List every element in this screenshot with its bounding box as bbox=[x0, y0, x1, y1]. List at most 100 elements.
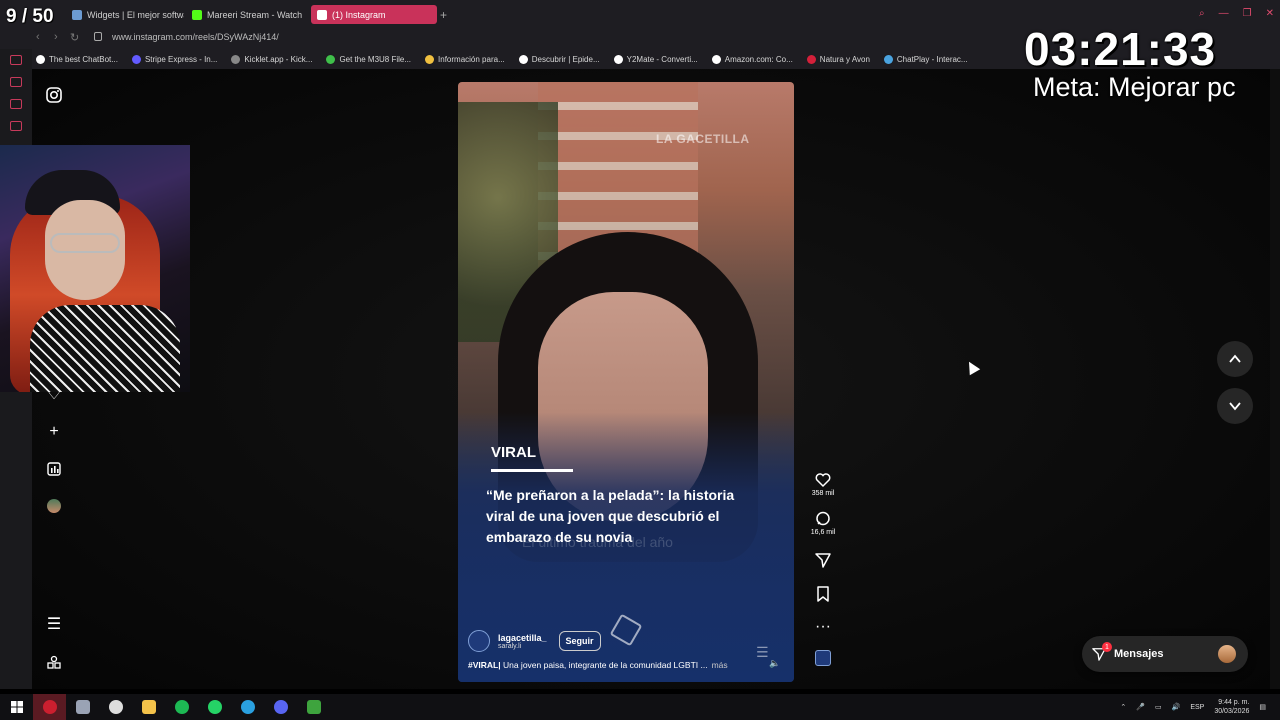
minecraft-icon[interactable] bbox=[297, 694, 330, 720]
caption-more-link[interactable]: más bbox=[712, 660, 728, 670]
page-scrollbar[interactable] bbox=[1270, 69, 1280, 689]
more-options-button[interactable]: ··· bbox=[815, 618, 831, 636]
bookmark-favicon-icon bbox=[711, 54, 721, 64]
more-dots-icon: ··· bbox=[815, 618, 831, 635]
bookmark-favicon-icon bbox=[36, 54, 45, 64]
share-icon bbox=[815, 553, 831, 568]
share-button[interactable] bbox=[815, 552, 831, 568]
bookmark-item[interactable]: Kicklet.app - Kick... bbox=[231, 54, 312, 64]
file-explorer-icon[interactable] bbox=[132, 694, 165, 720]
audio-toggle-icon[interactable]: 🔈 bbox=[768, 656, 782, 670]
start-icon[interactable] bbox=[0, 694, 33, 720]
microphone-icon[interactable]: 🎤 bbox=[1136, 703, 1145, 711]
collaborator-name[interactable]: saraly.li bbox=[498, 643, 547, 650]
spotify-icon[interactable] bbox=[165, 694, 198, 720]
also-from-meta-icon[interactable] bbox=[43, 651, 65, 673]
audio-thumbnail-icon bbox=[815, 650, 831, 666]
opera-taskbar-icon[interactable] bbox=[33, 694, 66, 720]
bookmark-item[interactable]: Y2Mate - Converti... bbox=[613, 54, 698, 64]
bookmark-favicon-icon bbox=[326, 54, 336, 64]
reel-caption: #VIRAL| Una joven paisa, integrante de l… bbox=[468, 660, 728, 670]
network-icon[interactable]: ▭ bbox=[1155, 703, 1162, 711]
close-icon[interactable]: ✕ bbox=[1266, 8, 1274, 19]
author-username[interactable]: lagacetilla_ bbox=[498, 633, 547, 643]
sidebar-m-icon[interactable] bbox=[10, 121, 22, 131]
profile-avatar-icon[interactable] bbox=[43, 495, 65, 517]
bookmark-item[interactable]: Get the M3U8 File... bbox=[326, 54, 412, 64]
reel-video[interactable]: LA GACETILLA VIRAL “Me preñaron a la pel… bbox=[458, 82, 794, 682]
save-button[interactable] bbox=[815, 586, 831, 602]
audio-page-button[interactable] bbox=[815, 650, 831, 666]
message-avatar bbox=[1218, 645, 1236, 663]
bookmark-item[interactable]: Información para... bbox=[425, 54, 505, 64]
tab-instagram[interactable]: (1) Instagram bbox=[311, 5, 437, 24]
author-avatar[interactable] bbox=[468, 630, 490, 652]
window-controls: ⌕ — ❐ ✕ bbox=[1199, 8, 1274, 19]
menu-hamburger-icon[interactable]: ☰ bbox=[43, 613, 65, 635]
tab-widgets[interactable]: Widgets | El mejor softwa bbox=[66, 5, 184, 24]
whatsapp-icon[interactable] bbox=[198, 694, 231, 720]
bookmark-item[interactable]: ChatPlay - Interac... bbox=[883, 54, 968, 64]
tab-label: (1) Instagram bbox=[332, 9, 386, 20]
bookmark-favicon-icon bbox=[231, 54, 241, 64]
create-plus-icon[interactable]: + bbox=[43, 421, 65, 443]
volume-icon[interactable]: 🔊 bbox=[1172, 703, 1181, 711]
tray-chevron-icon[interactable]: ⌃ bbox=[1120, 703, 1126, 711]
bookmark-item[interactable]: Natura y Avon bbox=[806, 54, 870, 64]
bookmark-label: Natura y Avon bbox=[819, 54, 870, 64]
like-button[interactable]: 358 mil bbox=[812, 472, 834, 497]
bookmark-label: Stripe Express - In... bbox=[144, 54, 218, 64]
stream-timer: 03:21:33 bbox=[1024, 23, 1217, 75]
bookmark-item[interactable]: Stripe Express - In... bbox=[131, 54, 218, 64]
back-icon[interactable]: ‹ bbox=[36, 31, 40, 43]
comment-button[interactable]: 16,6 mil bbox=[810, 511, 836, 536]
discord-icon[interactable] bbox=[264, 694, 297, 720]
windows-taskbar: ⌃ 🎤 ▭ 🔊 ESP 9:44 p. m. 30/03/2026 ▤ bbox=[0, 694, 1280, 720]
new-tab-plus-icon[interactable]: + bbox=[440, 8, 447, 22]
kick-favicon-icon bbox=[192, 9, 202, 20]
bookmark-favicon-icon bbox=[883, 54, 893, 64]
comment-count: 16,6 mil bbox=[810, 529, 836, 536]
bookmark-favicon-icon bbox=[425, 54, 435, 64]
stream-goal: Meta: Mejorar pc bbox=[1033, 72, 1236, 102]
forward-icon[interactable]: › bbox=[54, 31, 58, 43]
bookmark-favicon-icon bbox=[131, 54, 141, 64]
tab-label: Mareeri Stream - Watch L bbox=[207, 9, 304, 20]
notification-center-icon[interactable]: ▤ bbox=[1259, 703, 1266, 711]
bookmark-label: Descubrir | Epide... bbox=[531, 54, 600, 64]
maximize-icon[interactable]: ❐ bbox=[1243, 8, 1252, 19]
caption-hashtag[interactable]: #VIRAL| bbox=[468, 660, 501, 670]
instagram-logo-icon[interactable] bbox=[43, 84, 65, 106]
minimize-icon[interactable]: — bbox=[1219, 8, 1229, 19]
edge-icon[interactable] bbox=[231, 694, 264, 720]
search-tabs-icon[interactable]: ⌕ bbox=[1199, 8, 1205, 19]
dashboard-icon[interactable] bbox=[43, 458, 65, 480]
bookmark-item[interactable]: The best ChatBot... bbox=[36, 54, 118, 64]
previous-reel-button[interactable] bbox=[1217, 341, 1253, 377]
messages-button[interactable]: 1 Mensajes bbox=[1082, 636, 1248, 672]
reel-ghost-text: El último trauma del año bbox=[522, 534, 673, 550]
url-field[interactable]: www.instagram.com/reels/DSyWAzNj414/ bbox=[112, 32, 279, 42]
watermark-logo: LA GACETILLA bbox=[656, 132, 750, 146]
bookmark-label: Get the M3U8 File... bbox=[339, 54, 412, 64]
bookmark-item[interactable]: Amazon.com: Co... bbox=[711, 54, 793, 64]
bookmark-label: Y2Mate - Converti... bbox=[626, 54, 698, 64]
sidebar-ticket-icon[interactable] bbox=[10, 99, 22, 109]
bookmark-favicon-icon bbox=[806, 54, 816, 64]
language-indicator[interactable]: ESP bbox=[1190, 704, 1204, 711]
tab-label: Widgets | El mejor softwa bbox=[87, 9, 184, 20]
tab-kick-stream[interactable]: Mareeri Stream - Watch L bbox=[186, 5, 304, 24]
app-taskbar-icon[interactable] bbox=[66, 694, 99, 720]
messages-label: Mensajes bbox=[1114, 648, 1164, 660]
bookmark-favicon-icon bbox=[613, 54, 623, 64]
reload-icon[interactable]: ↻ bbox=[70, 31, 79, 44]
sidebar-messenger-icon[interactable] bbox=[10, 77, 22, 87]
follow-button[interactable]: Seguir bbox=[558, 631, 601, 651]
sidebar-history-icon[interactable] bbox=[10, 55, 22, 65]
instagram-favicon-icon bbox=[317, 9, 327, 20]
clock[interactable]: 9:44 p. m. 30/03/2026 bbox=[1214, 698, 1249, 716]
bookmark-item[interactable]: Descubrir | Epide... bbox=[518, 54, 600, 64]
next-reel-button[interactable] bbox=[1217, 388, 1253, 424]
messages-badge: 1 bbox=[1102, 642, 1112, 652]
obs-taskbar-icon[interactable] bbox=[99, 694, 132, 720]
